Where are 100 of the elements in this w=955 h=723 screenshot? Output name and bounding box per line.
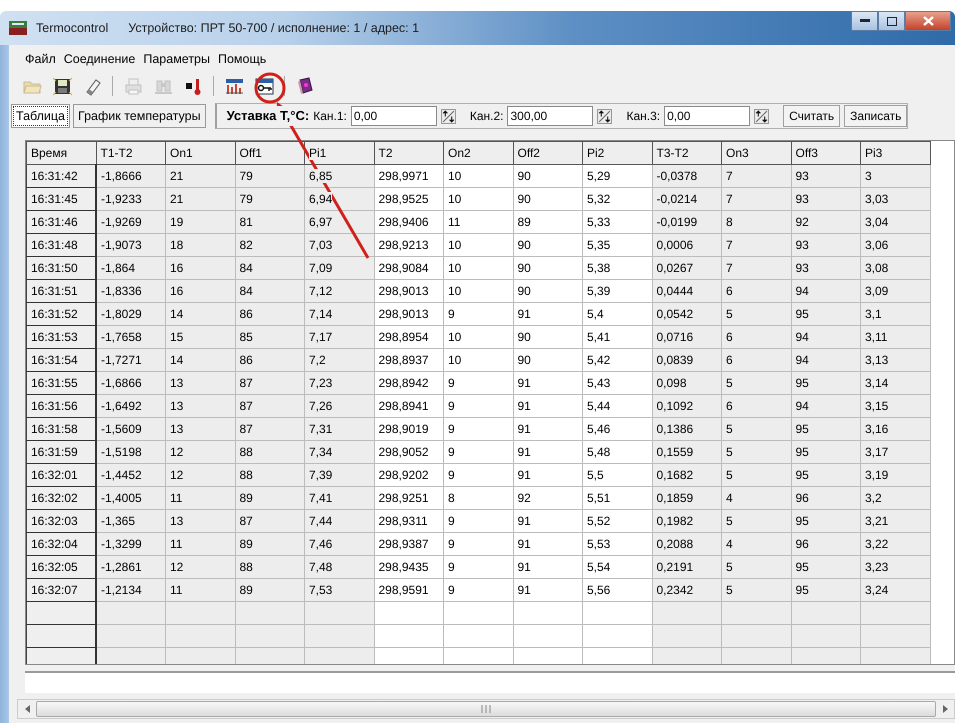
- table-cell: 8: [444, 486, 513, 510]
- table-cell: 21: [166, 164, 235, 188]
- minimize-button[interactable]: [851, 11, 878, 31]
- table-cell: 7,41: [304, 486, 374, 510]
- table-cell: 298,9435: [374, 556, 444, 578]
- table-cell: -1,7658: [96, 326, 166, 348]
- row-header: 16:31:45: [26, 188, 96, 210]
- table-cell: 14: [166, 348, 235, 372]
- table-cell: 9: [444, 418, 513, 440]
- table-cell: 7,44: [304, 510, 374, 532]
- setpoint-field[interactable]: 0,00: [350, 106, 437, 126]
- table-cell: 0,0267: [652, 256, 722, 280]
- table-cell: 0,0839: [652, 348, 722, 372]
- table-cell: 5,52: [582, 510, 652, 532]
- column-header: On1: [166, 142, 235, 164]
- column-header: Pi1: [304, 142, 374, 164]
- table-cell: 9: [444, 510, 513, 532]
- table-cell: 5,46: [582, 418, 652, 440]
- close-icon: [922, 16, 934, 26]
- table-cell: 84: [235, 256, 304, 280]
- table-cell: 5,39: [582, 280, 652, 302]
- action-button[interactable]: Считать: [783, 105, 840, 127]
- table-cell: 0,1559: [652, 440, 722, 464]
- table-cell: -0,0199: [652, 210, 722, 234]
- menu-item[interactable]: Файл: [21, 48, 60, 70]
- table-cell: 5,54: [582, 556, 652, 578]
- table-cell: 6: [722, 280, 791, 302]
- table-cell: 9: [444, 394, 513, 418]
- table-cell: 84: [235, 280, 304, 302]
- table-cell: 91: [513, 510, 582, 532]
- table-cell: 3,2: [860, 486, 930, 510]
- table-cell: 3,08: [860, 256, 930, 280]
- table-cell: 3,16: [860, 418, 930, 440]
- table-cell: -0,0214: [652, 188, 722, 210]
- table-cell: 94: [791, 348, 860, 372]
- horizontal-scrollbar[interactable]: [17, 699, 955, 719]
- column-header: Off1: [235, 142, 304, 164]
- table-cell: 5,51: [582, 486, 652, 510]
- table-cell: 79: [235, 164, 304, 188]
- table-cell: 298,9525: [374, 188, 444, 210]
- table-cell: 90: [513, 280, 582, 302]
- tab[interactable]: Таблица: [11, 104, 70, 128]
- table-cell: 13: [166, 418, 235, 440]
- row-header: 16:31:51: [26, 280, 96, 302]
- table-cell: 5,35: [582, 234, 652, 256]
- table-cell: 91: [513, 394, 582, 418]
- table-cell: 298,9084: [374, 256, 444, 280]
- menu-item[interactable]: Параметры: [139, 48, 214, 70]
- spin-icon[interactable]: [597, 108, 612, 124]
- table-cell: 10: [444, 256, 513, 280]
- table-cell: 7,17: [304, 326, 374, 348]
- table-cell: 9: [444, 532, 513, 556]
- table-cell: 0,2088: [652, 532, 722, 556]
- table-cell: 92: [791, 210, 860, 234]
- table-cell: 0,1859: [652, 486, 722, 510]
- table-cell: 3: [860, 164, 930, 188]
- menu-item[interactable]: Помощь: [214, 48, 270, 70]
- table-cell: 90: [513, 256, 582, 280]
- close-button[interactable]: [905, 11, 951, 31]
- table-cell: 13: [166, 394, 235, 418]
- setpoint-field[interactable]: 300,00: [507, 106, 594, 126]
- table-cell: 5,41: [582, 326, 652, 348]
- tab[interactable]: График температуры: [73, 104, 206, 128]
- column-header: Off2: [513, 142, 582, 164]
- maximize-button[interactable]: [878, 11, 905, 31]
- table-cell: 93: [791, 256, 860, 280]
- table-cell: 3,14: [860, 372, 930, 394]
- table-cell: 298,9591: [374, 578, 444, 602]
- menu-item[interactable]: Соединение: [60, 48, 140, 70]
- table-cell: 298,8954: [374, 326, 444, 348]
- table-cell: 95: [791, 302, 860, 326]
- column-header: T1-T2: [96, 142, 166, 164]
- scroll-thumb[interactable]: [36, 701, 936, 717]
- row-header: 16:31:50: [26, 256, 96, 280]
- column-header: On3: [722, 142, 791, 164]
- scroll-left-icon: [24, 705, 30, 713]
- row-header: 16:31:58: [26, 418, 96, 440]
- table-cell: 3,06: [860, 234, 930, 256]
- row-header: 16:31:48: [26, 234, 96, 256]
- table-cell: 0,2342: [652, 578, 722, 602]
- table-cell: 3,04: [860, 210, 930, 234]
- table-cell: 95: [791, 578, 860, 602]
- table-cell: 8: [722, 210, 791, 234]
- spin-icon[interactable]: [440, 108, 456, 124]
- table-cell: 5: [722, 556, 791, 578]
- table-cell: 9: [444, 372, 513, 394]
- table-cell: 298,8937: [374, 348, 444, 372]
- table-cell: 298,9311: [374, 510, 444, 532]
- table-cell: 5: [722, 510, 791, 532]
- row-header: 16:31:52: [26, 302, 96, 326]
- table-cell: 5: [722, 372, 791, 394]
- setpoint-field[interactable]: 0,00: [664, 106, 750, 126]
- row-header: 16:31:46: [26, 210, 96, 234]
- table-cell: -1,4005: [96, 486, 166, 510]
- action-button[interactable]: Записать: [844, 105, 908, 127]
- spin-icon[interactable]: [754, 108, 770, 124]
- table-cell: 11: [166, 578, 235, 602]
- table-cell: 7: [722, 256, 791, 280]
- table-cell: 11: [166, 532, 235, 556]
- row-header: 16:31:56: [26, 394, 96, 418]
